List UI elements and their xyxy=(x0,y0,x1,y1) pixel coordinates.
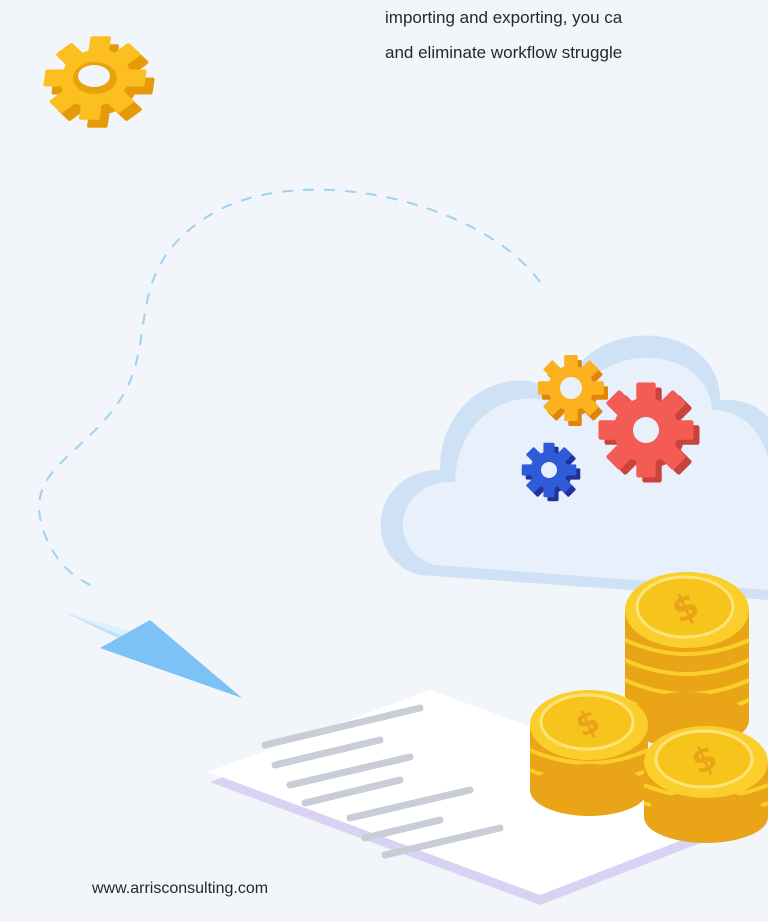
illustration: $ $ $ xyxy=(38,36,768,905)
coin-stack-icon: $ $ $ xyxy=(529,572,768,843)
body-line-2: and eliminate workflow struggle xyxy=(385,43,623,62)
paper-plane-icon xyxy=(64,612,242,698)
gear-icon xyxy=(38,36,160,128)
body-line-1: importing and exporting, you ca xyxy=(385,8,623,27)
footer-url: www.arrisconsulting.com xyxy=(92,880,269,897)
body-text: importing and exporting, you ca and elim… xyxy=(385,0,622,70)
